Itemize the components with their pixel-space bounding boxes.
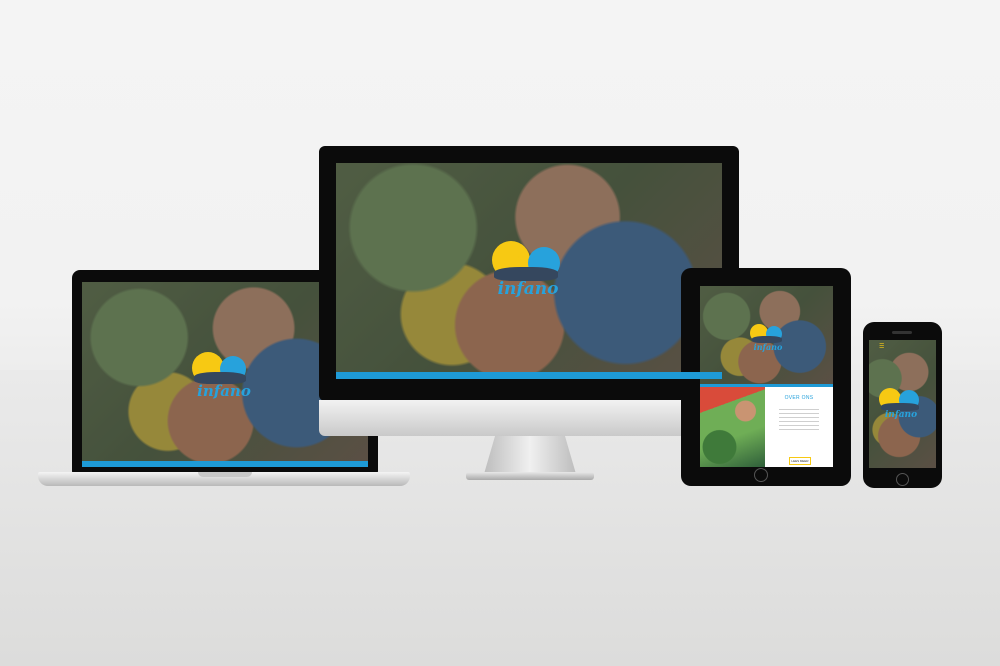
logo-wordmark: infano: [884, 410, 918, 420]
logo-wordmark: infano: [197, 382, 251, 400]
tablet-home-button: [754, 468, 768, 482]
text-line: [779, 421, 819, 422]
hamburger-menu-icon[interactable]: ☰: [879, 344, 884, 350]
infano-logo: ★ infano: [486, 237, 576, 301]
phone-speaker: [892, 331, 912, 334]
about-heading: OVER ONS: [784, 395, 814, 401]
laptop-notch: [198, 472, 252, 477]
desktop-screen: ★ infano: [336, 163, 722, 379]
desktop-stand: [484, 436, 576, 474]
about-section: OVER ONS LEES MEER: [765, 387, 833, 467]
infano-logo: ★ infano: [184, 348, 264, 404]
infano-logo: ★ infano: [748, 322, 792, 352]
text-line: [779, 409, 819, 410]
star-icon: ★: [895, 392, 902, 399]
hero-footer-bar: [82, 461, 368, 467]
hero-footer-bar: [336, 372, 722, 379]
desktop-chin: [319, 400, 739, 436]
star-icon: ★: [762, 327, 768, 333]
logo-wordmark: infano: [753, 342, 783, 352]
text-line: [779, 413, 819, 414]
about-photo: [700, 387, 765, 467]
star-icon: ★: [212, 353, 221, 363]
phone-home-button: [896, 473, 909, 486]
text-line: [779, 429, 819, 430]
star-icon: ★: [516, 252, 526, 264]
logo-wordmark: infano: [497, 279, 559, 299]
desktop-stand-base: [466, 472, 594, 480]
phone-screen: ★ infano: [869, 340, 936, 468]
infano-logo: ★ infano: [877, 386, 929, 422]
read-more-button[interactable]: LEES MEER: [789, 457, 811, 465]
text-line: [779, 425, 819, 426]
text-line: [779, 417, 819, 418]
